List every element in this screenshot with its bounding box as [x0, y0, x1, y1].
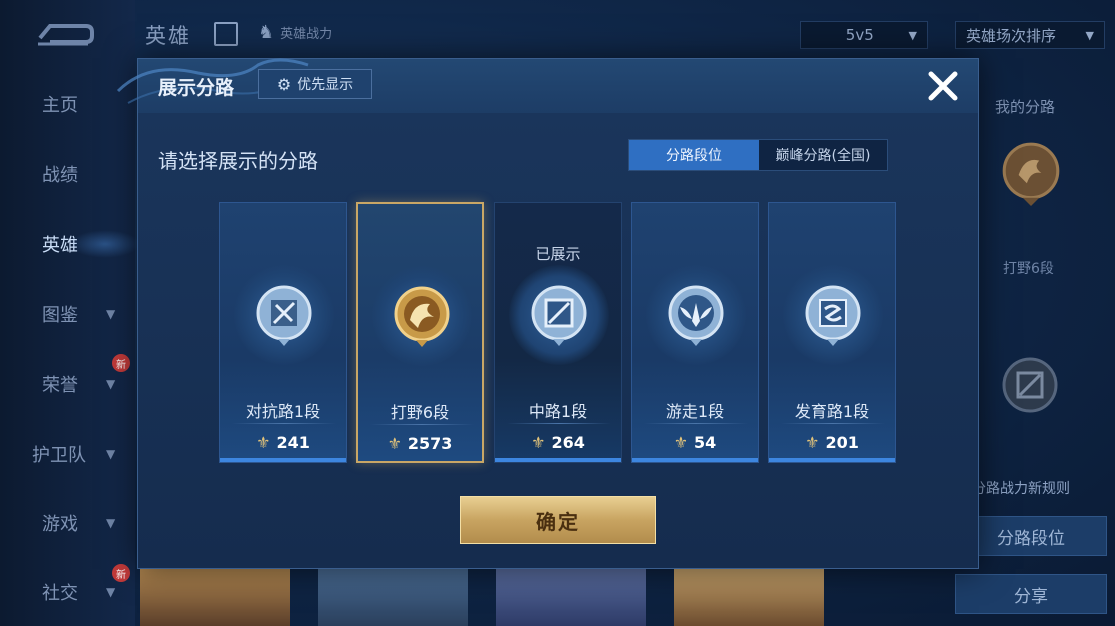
farm-lane-icon [805, 285, 861, 346]
divider [232, 423, 336, 424]
lane-rank-text: 发育路1段 [794, 402, 870, 421]
hero-portrait[interactable] [318, 568, 468, 626]
sidebar-item-label: 护卫队 [32, 445, 86, 466]
lane-score: ⚜ 241 [220, 433, 346, 452]
sidebar-item-records[interactable]: 战绩 [0, 154, 135, 194]
card-bottom-glow [769, 458, 895, 462]
sidebar-item-honor[interactable]: 荣誉 ▼ 新 [0, 354, 135, 404]
sidebar-item-games[interactable]: 游戏 ▼ [0, 503, 135, 543]
sidebar-item-label: 图鉴 [42, 305, 78, 326]
sidebar-item-social[interactable]: 社交 ▼ 新 [0, 564, 135, 612]
sidebar-item-label: 游戏 [42, 514, 78, 535]
hero-portrait[interactable] [674, 568, 824, 626]
lane-score-value: 201 [825, 433, 859, 452]
lane-score: ⚜ 2573 [358, 434, 482, 453]
right-rank-text: 打野6段 [1003, 261, 1054, 277]
sidebar-item-label: 战绩 [42, 165, 78, 186]
sidebar-item-label: 主页 [42, 95, 78, 116]
lane-rank-text: 中路1段 [528, 402, 588, 421]
lane-score-value: 264 [551, 433, 585, 452]
hero-power-label[interactable]: ♞ 英雄战力 [258, 22, 332, 43]
divider [644, 423, 748, 424]
lane-card-clash[interactable]: 对抗路1段 ⚜ 241 [219, 202, 347, 463]
new-badge: 新 [112, 354, 130, 372]
lane-score-value: 241 [276, 433, 310, 452]
lane-display-dialog: 展示分路 ⚙ 优先显示 请选择展示的分路 分路段位 巅峰分路(全国) 对抗路1段 [116, 58, 979, 569]
lane-score: ⚜ 201 [769, 433, 895, 452]
lane-card-farm[interactable]: 发育路1段 ⚜ 201 [768, 202, 896, 463]
tab-lane-rank[interactable]: 分路段位 [629, 140, 759, 170]
rule-link[interactable]: 分路战力新规则 [972, 478, 1070, 498]
tab-peak-lane[interactable]: 巅峰分路(全国) [759, 140, 887, 170]
power-arrow-icon: ⚜ [673, 433, 689, 452]
hero-power-text: 英雄战力 [280, 27, 333, 42]
displayed-label: 已展示 [535, 245, 581, 263]
power-arrow-icon: ⚜ [531, 433, 546, 452]
lane-rank-text: 打野6段 [390, 403, 450, 422]
share-button[interactable]: 分享 [955, 574, 1107, 614]
lane-score: ⚜ 264 [495, 433, 621, 452]
card-bottom-glow [495, 458, 621, 462]
chevron-down-icon: ▼ [106, 307, 116, 321]
chevron-down-icon: ▼ [908, 28, 917, 42]
card-bottom-glow [220, 458, 346, 462]
my-lanes-label: 我的分路 [995, 98, 1056, 116]
back-icon[interactable] [34, 18, 94, 48]
sidebar-item-label: 社交 [42, 583, 78, 604]
hero-portrait[interactable] [140, 568, 290, 626]
priority-display-label: 优先显示 [297, 77, 354, 93]
lane-score: ⚜ 54 [632, 433, 758, 452]
roam-wings-icon [668, 285, 724, 346]
sidebar-item-label: 荣誉 [42, 375, 78, 396]
lane-tabs: 分路段位 巅峰分路(全国) [628, 139, 888, 171]
sort-select[interactable]: 英雄场次排序 ▼ [955, 21, 1105, 49]
gear-icon: ⚙ [276, 74, 292, 94]
lane-score-value: 2573 [407, 434, 453, 453]
lane-card-jungle[interactable]: 打野6段 ⚜ 2573 [356, 202, 484, 463]
chevron-down-icon: ▼ [106, 585, 116, 599]
divider [370, 424, 474, 425]
list-icon[interactable] [214, 22, 238, 46]
mode-select[interactable]: 5v5 ▼ [800, 21, 928, 49]
lane-card-mid[interactable]: 已展示 中路1段 ⚜ 264 [494, 202, 622, 463]
confirm-button[interactable]: 确定 [460, 496, 656, 544]
dialog-title: 展示分路 [158, 77, 235, 99]
hero-portrait[interactable] [496, 568, 646, 626]
power-arrow-icon: ⚜ [387, 434, 402, 453]
close-icon[interactable] [926, 69, 960, 103]
mode-select-value: 5v5 [845, 26, 874, 44]
sidebar-item-heroes[interactable]: 英雄 [0, 224, 140, 264]
lane-rank-text: 对抗路1段 [245, 402, 321, 421]
chevron-down-icon: ▼ [106, 447, 116, 461]
sidebar-item-guard[interactable]: 护卫队 ▼ [0, 434, 135, 474]
select-lane-prompt: 请选择展示的分路 [158, 149, 318, 173]
mid-lane-icon [531, 285, 587, 346]
chevron-down-icon: ▼ [106, 516, 116, 530]
divider [781, 423, 885, 424]
dialog-body: 请选择展示的分路 分路段位 巅峰分路(全国) 对抗路1段 ⚜ 241 打野6段 … [138, 113, 978, 568]
helmet-icon: ♞ [258, 22, 275, 43]
power-arrow-icon: ⚜ [256, 433, 271, 452]
clash-lane-icon [256, 285, 312, 346]
sort-select-value: 英雄场次排序 [966, 26, 1057, 45]
divider [507, 423, 611, 424]
chevron-down-icon: ▼ [1085, 28, 1094, 42]
sidebar-item-codex[interactable]: 图鉴 ▼ [0, 294, 135, 334]
chevron-down-icon: ▼ [106, 377, 116, 391]
jungle-rank-badge-icon [1002, 142, 1060, 206]
priority-display-button[interactable]: ⚙ 优先显示 [258, 69, 372, 99]
new-badge: 新 [112, 564, 130, 582]
card-bottom-glow [632, 458, 758, 462]
jungle-dragon-icon [394, 286, 450, 347]
power-arrow-icon: ⚜ [805, 433, 820, 452]
lane-card-roam[interactable]: 游走1段 ⚜ 54 [631, 202, 759, 463]
page-title: 英雄 [145, 24, 191, 48]
sidebar-item-label: 英雄 [42, 235, 78, 256]
lane-rank-text: 游走1段 [665, 402, 725, 421]
lane-score-value: 54 [694, 433, 717, 452]
dialog-header: 展示分路 ⚙ 优先显示 [116, 58, 978, 113]
mid-lane-badge-icon [1002, 357, 1058, 413]
